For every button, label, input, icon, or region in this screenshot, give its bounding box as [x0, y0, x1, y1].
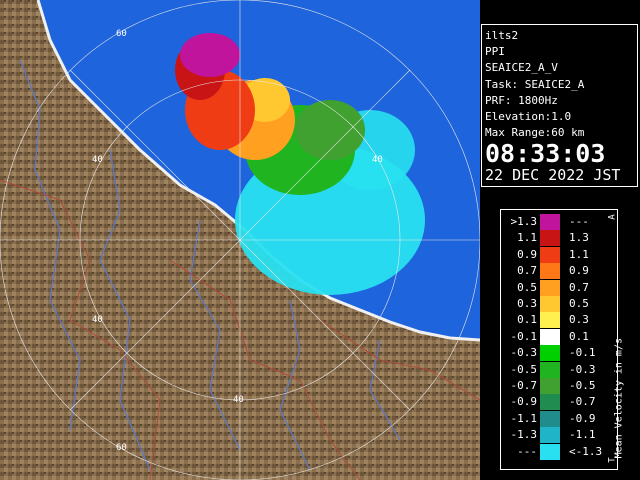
legend-swatch — [540, 279, 560, 296]
legend-row-low: 0.7 — [517, 264, 537, 278]
legend-row-high: 0.1 — [569, 329, 589, 343]
legend-swatch — [540, 312, 560, 329]
legend-row-high: 1.1 — [569, 247, 589, 261]
legend-row-high: 0.9 — [569, 264, 589, 278]
legend-swatch — [540, 394, 560, 411]
legend-row-high: --- — [569, 215, 589, 228]
prf-value: PRF: 1800Hz — [485, 93, 558, 107]
legend-title: Mean Velocity in m/s — [613, 338, 624, 459]
legend-row: >1.3 --- — [501, 214, 617, 230]
scan-date: 22 DEC 2022 JST — [485, 166, 621, 185]
legend-swatch — [540, 427, 560, 444]
legend-swatch — [540, 410, 560, 427]
legend-row: 0.7 0.9 — [501, 263, 617, 280]
task-name: Task: SEAICE2_A — [485, 77, 585, 91]
legend-row-low: -0.3 — [510, 346, 538, 360]
range-rings — [0, 0, 480, 480]
legend-row-low: -0.5 — [510, 362, 538, 376]
legend-swatch — [540, 361, 560, 378]
legend-swatch — [540, 296, 560, 312]
legend-row-high: -1.1 — [569, 428, 596, 442]
legend-corner-top: A — [607, 214, 618, 220]
legend-row-low: -0.7 — [510, 379, 538, 392]
legend-row-high: -0.7 — [569, 395, 596, 409]
range-label-40-right: 40 — [372, 155, 383, 165]
legend-swatch — [540, 378, 560, 394]
legend-row-low: --- — [517, 444, 537, 458]
range-label-60-bottom: 60 — [116, 443, 127, 453]
legend-row-high: 1.3 — [569, 231, 589, 245]
legend-swatch — [540, 230, 560, 247]
legend-row-low: -1.1 — [510, 411, 538, 425]
legend-row-high: <-1.3 — [569, 444, 603, 458]
legend-swatch — [540, 246, 560, 263]
legend-row: -0.3 -0.1 — [501, 345, 617, 362]
legend-row-high: -0.1 — [569, 346, 596, 360]
legend-swatch — [540, 328, 560, 345]
legend-row: 0.3 0.5 — [501, 296, 617, 312]
legend-row-low: 1.1 — [517, 231, 537, 245]
radar-map: 60 40 40 40 40 60 — [0, 0, 480, 480]
radar-info-panel: ilts2 PPI SEAICE2_A_V Task: SEAICE2_A PR… — [481, 24, 638, 187]
range-label-40-upper-left: 40 — [92, 155, 103, 165]
legend-row-low: 0.3 — [517, 297, 537, 310]
radar-name: ilts2 — [485, 29, 519, 42]
legend-swatch — [540, 214, 560, 230]
legend-row-low: -0.9 — [510, 395, 538, 409]
elevation-value: Elevation:1.0 — [485, 110, 572, 124]
range-label-60-top: 60 — [116, 29, 127, 39]
legend-row-low: -1.3 — [510, 428, 538, 442]
product-name: SEAICE2_A_V — [485, 61, 558, 75]
legend-row-low: 0.1 — [517, 313, 537, 327]
legend-row: --- <-1.3 — [501, 443, 617, 460]
legend-swatch — [540, 345, 560, 362]
legend-row: -0.7 -0.5 — [501, 378, 617, 394]
legend-row-high: -0.5 — [569, 379, 596, 392]
legend-row: -1.1 -0.9 — [501, 410, 617, 427]
legend-row-high: 0.5 — [569, 297, 589, 310]
legend-row-low: -0.1 — [510, 329, 538, 343]
legend-row-high: -0.3 — [569, 362, 596, 376]
legend-row: -0.5 -0.3 — [501, 361, 617, 378]
legend-swatch — [540, 443, 560, 460]
legend-row: -0.1 0.1 — [501, 328, 617, 345]
legend-row: 0.9 1.1 — [501, 246, 617, 263]
legend-row-low: >1.3 — [510, 215, 538, 228]
range-label-40-bottom: 40 — [233, 395, 244, 405]
legend-row: 0.5 0.7 — [501, 279, 617, 296]
legend-row-high: 0.7 — [569, 280, 589, 294]
legend-row: 1.1 1.3 — [501, 230, 617, 247]
legend-row-high: -0.9 — [569, 411, 596, 425]
legend-row: 0.1 0.3 — [501, 312, 617, 329]
legend-row-low: 0.5 — [517, 280, 537, 294]
legend-row-low: 0.9 — [517, 247, 537, 261]
legend-row: -0.9 -0.7 — [501, 394, 617, 411]
legend-corner-bottom: T — [607, 457, 618, 463]
velocity-legend: >1.3 --- 1.1 1.3 0.9 1.1 0.7 0.9 0.5 0.7 0.3 0.5 0.1… — [500, 209, 624, 470]
legend-swatch — [540, 263, 560, 280]
scan-type: PPI — [485, 45, 505, 59]
scan-time: 08:33:03 — [485, 139, 606, 169]
range-label-40-left: 40 — [92, 315, 103, 325]
legend-row-high: 0.3 — [569, 313, 589, 327]
legend-row: -1.3 -1.1 — [501, 427, 617, 444]
